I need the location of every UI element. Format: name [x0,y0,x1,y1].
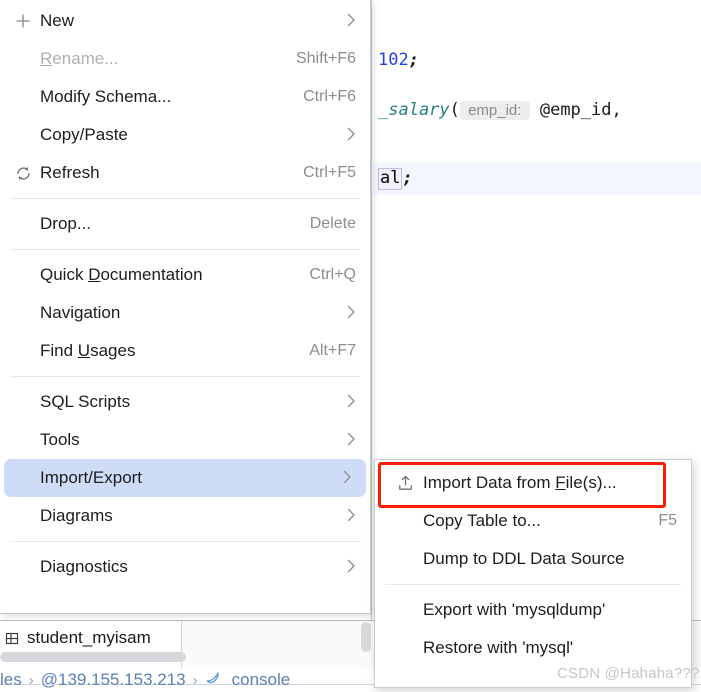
menu-item-rename: Rename... Shift+F6 [0,40,370,78]
code-line-line-call: _salary( emp_id: @emp_id, [378,100,622,120]
menu-item-label: Diagrams [40,506,113,525]
chevron-right-icon [343,470,352,487]
chevron-right-icon [347,394,356,411]
current-line-highlight [373,163,701,195]
menu-item-label: Refresh [40,163,100,182]
menu-item-shortcut: Ctrl+F5 [303,164,356,181]
menu-item-find-usages[interactable]: Find Usages Alt+F7 [0,332,370,370]
menu-item-label: Copy/Paste [40,125,128,144]
menu-separator [10,541,360,542]
tree-item-student-myisam[interactable]: student_myisam [4,628,151,648]
plus-icon [14,12,40,30]
menu-item-label: Restore with 'mysql' [423,638,574,657]
menu-separator [10,376,360,377]
table-icon [4,630,21,647]
chevron-right-icon [347,305,356,322]
refresh-icon [14,164,33,183]
menu-item-new[interactable]: New [0,2,370,40]
code-token: ( [449,100,460,120]
code-token: emp_id: [459,101,530,120]
menu-item-label: New [40,11,75,30]
submenu-item-dump-to-ddl-data-source[interactable]: Dump to DDL Data Source [375,540,691,578]
menu-item-label: SQL Scripts [40,392,131,411]
code-token: @emp_id, [529,100,622,120]
menu-item-label: Import/Export [40,468,143,487]
submenu-item-import-data-from-files[interactable]: Import Data from File(s)... [375,464,691,502]
menu-item-label: Diagnostics [40,557,128,576]
menu-item-label: Export with 'mysqldump' [423,600,606,619]
upload-icon [387,474,423,493]
menu-item-copy-paste[interactable]: Copy/Paste [0,116,370,154]
menu-item-label: Copy Table to... [423,511,541,530]
menu-item-label: Quick Documentation [40,265,203,284]
code-token: ; [408,50,419,70]
menu-item-refresh[interactable]: Refresh Ctrl+F5 [0,154,370,192]
code-line-line-102: 102; [378,50,419,70]
upload-icon [396,474,415,493]
menu-item-label: Tools [40,430,80,449]
code-token: 102 [378,50,409,70]
breadcrumb-segment-host[interactable]: @139.155.153.213 [41,670,186,690]
menu-item-sql-scripts[interactable]: SQL Scripts [0,383,370,421]
menu-separator [10,198,360,199]
plus-icon [14,12,32,30]
menu-item-label: Drop... [40,214,92,233]
code-token: _salary [378,100,450,120]
submenu-item-export-with-mysqldump[interactable]: Export with 'mysqldump' [375,591,691,629]
chevron-right-icon [347,13,356,30]
menu-item-quick-documentation[interactable]: Quick Documentation Ctrl+Q [0,256,370,294]
chevron-right-icon [347,432,356,449]
menu-separator [10,249,360,250]
menu-item-label: Navigation [40,303,121,322]
menu-item-label: Import Data from File(s)... [423,473,617,492]
mysql-dolphin-icon [205,669,225,692]
submenu-item-copy-table-to[interactable]: Copy Table to... F5 [375,502,691,540]
menu-item-modify-schema[interactable]: Modify Schema... Ctrl+F6 [0,78,370,116]
database-tree-strip[interactable]: student_myisam [0,620,372,668]
chevron-right-icon [347,127,356,144]
tree-empty-area [181,621,372,668]
menu-item-shortcut: Shift+F6 [295,50,356,67]
menu-item-label: Rename... [40,49,119,68]
menu-item-navigation[interactable]: Navigation [0,294,370,332]
code-line-line-al: al; [378,168,413,190]
refresh-icon [14,164,40,183]
menu-item-shortcut: Delete [309,215,356,232]
menu-item-import-export[interactable]: Import/Export [4,459,366,497]
menu-item-shortcut: Ctrl+Q [309,266,356,283]
tree-horizontal-scrollbar[interactable] [0,652,186,662]
menu-item-label: Dump to DDL Data Source [423,549,625,568]
breadcrumb-segment-tables[interactable]: les [0,670,22,690]
menu-item-shortcut: Alt+F7 [309,342,356,359]
csdn-watermark: CSDN @Hahaha??? [557,665,700,682]
menu-item-diagrams[interactable]: Diagrams [0,497,370,535]
breadcrumb-segment-console[interactable]: console [232,670,291,690]
context-menu[interactable]: New Rename... Shift+F6 Modify Schema... Ctrl… [0,0,371,614]
submenu-separator [385,584,681,585]
menu-item-diagnostics[interactable]: Diagnostics [0,548,370,586]
chevron-right-icon [347,559,356,576]
chevron-right-icon [347,508,356,525]
screenshot-root: 102; _salary( emp_id: @emp_id, al; student… [0,0,701,692]
submenu-item-shortcut: F5 [658,512,677,529]
tree-vertical-scrollbar[interactable] [361,622,371,652]
menu-item-shortcut: Ctrl+F6 [303,88,356,105]
breadcrumb-separator-icon: › [192,671,198,689]
import-export-submenu[interactable]: Import Data from File(s)... Copy Table to… [374,459,692,688]
code-token: ; [402,168,413,188]
code-token: al [378,168,403,190]
submenu-item-restore-with-mysql[interactable]: Restore with 'mysql' [375,629,691,667]
menu-item-label: Modify Schema... [40,87,172,106]
menu-item-label: Find Usages [40,341,136,360]
tree-item-label: student_myisam [27,628,151,647]
breadcrumb-separator-icon: › [28,671,34,689]
menu-item-drop[interactable]: Drop... Delete [0,205,370,243]
menu-item-tools[interactable]: Tools [0,421,370,459]
